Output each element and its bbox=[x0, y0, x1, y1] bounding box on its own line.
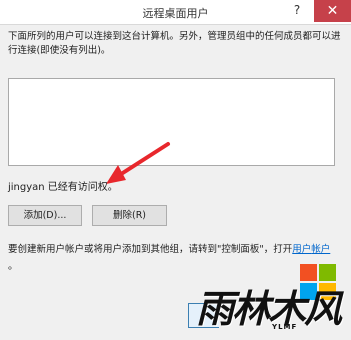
watermark-subtext: YLMF bbox=[272, 323, 298, 331]
remove-button[interactable]: 删除(R) bbox=[92, 205, 167, 226]
hint-text-line2: 。 bbox=[8, 261, 18, 272]
add-button[interactable]: 添加(D)... bbox=[8, 205, 82, 226]
user-accounts-link-suffix[interactable]: 帐户 bbox=[311, 244, 330, 255]
user-accounts-link[interactable]: 用户 bbox=[292, 244, 311, 255]
hint-prefix: 要创建新用户帐户或将用户添加到其他组，请转到"控制面板"，打开 bbox=[8, 244, 293, 255]
watermark-text: 雨林木风 bbox=[196, 286, 342, 331]
access-status-text: jingyan 已经有访问权。 bbox=[8, 182, 118, 193]
hint-text: 要创建新用户帐户或将用户添加到其他组，请转到"控制面板"，打开用户帐户 bbox=[8, 241, 338, 258]
